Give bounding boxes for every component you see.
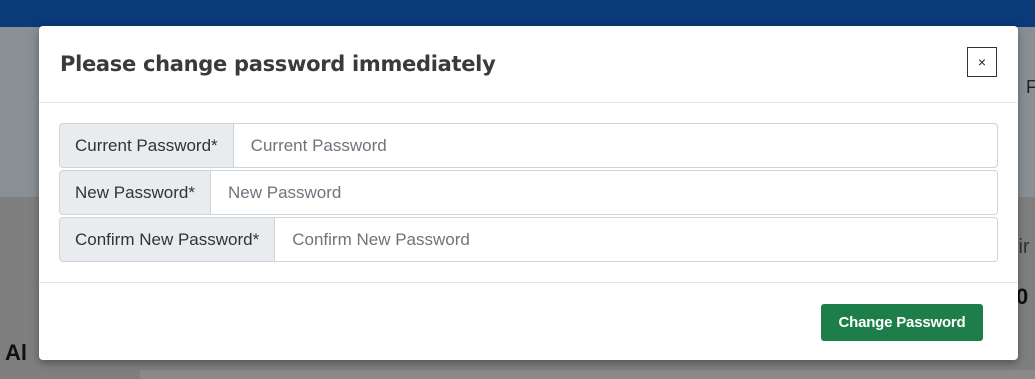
change-password-button[interactable]: Change Password: [821, 304, 983, 341]
close-icon: ×: [977, 54, 987, 70]
new-password-label: New Password*: [59, 170, 211, 215]
current-password-group: Current Password*: [59, 123, 998, 168]
modal-title: Please change password immediately: [60, 52, 496, 76]
modal-body: Current Password* New Password* Confirm …: [59, 123, 998, 264]
background-bottom-strip: [140, 370, 1035, 379]
confirm-password-group: Confirm New Password*: [59, 217, 998, 262]
new-password-input[interactable]: [211, 170, 998, 215]
background-top-navbar: [0, 0, 1035, 27]
modal-header: Please change password immediately ×: [39, 26, 1018, 103]
new-password-group: New Password*: [59, 170, 998, 215]
confirm-password-input[interactable]: [275, 217, 998, 262]
background-text-fragment: Al: [5, 340, 27, 365]
current-password-input[interactable]: [233, 123, 998, 168]
close-button[interactable]: ×: [967, 47, 997, 77]
confirm-password-label: Confirm New Password*: [59, 217, 276, 262]
current-password-label: Current Password*: [59, 123, 234, 168]
modal-footer: Change Password: [39, 282, 1018, 361]
change-password-modal: Please change password immediately × Cur…: [39, 26, 1018, 360]
background-text-fragment: F: [1026, 77, 1035, 97]
